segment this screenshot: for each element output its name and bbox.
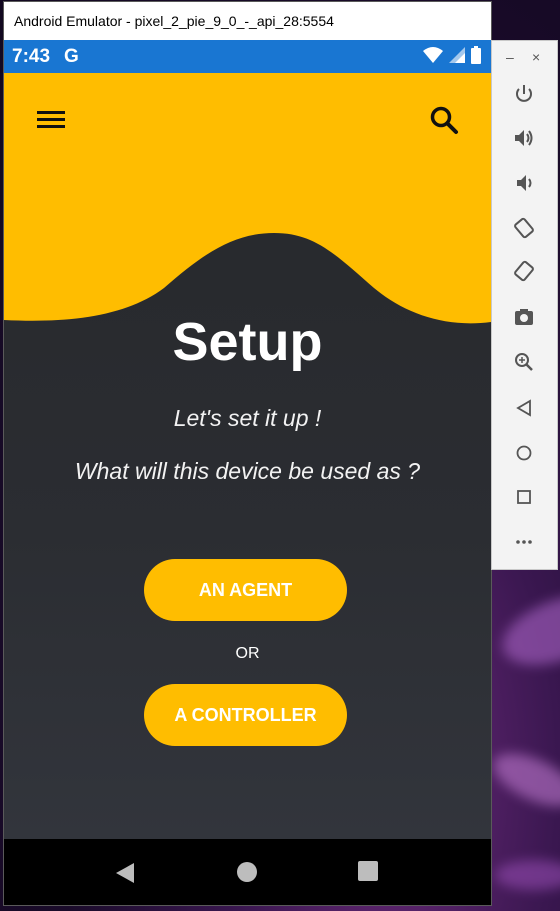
minimize-button[interactable]: – <box>506 49 514 65</box>
rotate-right-icon <box>514 260 534 282</box>
volume-up-icon <box>515 130 533 146</box>
toolbar-window-controls: – × <box>492 41 557 75</box>
status-bar: 7:43 G <box>4 40 491 73</box>
phone-screen: 7:43 G Setup Let's set it up ! What will… <box>4 40 491 905</box>
search-button[interactable] <box>427 103 461 137</box>
window-title: Android Emulator - pixel_2_pie_9_0_-_api… <box>4 2 491 40</box>
power-icon <box>516 85 532 102</box>
more-button[interactable] <box>511 529 537 555</box>
volume-down-button[interactable] <box>511 170 537 196</box>
subtitle: Let's set it up ! <box>173 405 322 431</box>
status-time: 7:43 <box>12 45 51 67</box>
home-icon <box>516 445 532 461</box>
volume-down-icon <box>517 175 532 191</box>
device-role-question: What will this device be used as ? <box>74 458 421 484</box>
back-icon <box>516 399 531 417</box>
more-icon <box>516 540 532 544</box>
emu-back-button[interactable] <box>511 395 537 421</box>
power-button[interactable] <box>511 81 537 107</box>
emu-home-button[interactable] <box>511 440 537 466</box>
desktop-background-streak <box>495 860 560 890</box>
search-icon <box>430 106 458 134</box>
nav-home-icon[interactable] <box>236 861 258 883</box>
status-icons <box>423 46 481 64</box>
rotate-left-icon <box>514 217 534 239</box>
wifi-icon <box>423 47 443 63</box>
emulator-toolbar: – × <box>492 41 557 569</box>
camera-icon <box>515 309 533 325</box>
signal-icon <box>449 47 465 63</box>
agent-button[interactable]: AN AGENT <box>144 559 347 621</box>
header-wave <box>4 73 491 324</box>
desktop-background-streak <box>493 581 560 679</box>
zoom-icon <box>515 353 533 371</box>
nav-back-icon[interactable] <box>112 861 136 885</box>
google-icon: G <box>64 45 79 67</box>
battery-icon <box>471 46 481 64</box>
emulator-window: Android Emulator - pixel_2_pie_9_0_-_api… <box>4 2 491 905</box>
rotate-left-button[interactable] <box>511 215 537 241</box>
page-title: Setup <box>172 312 323 372</box>
menu-button[interactable] <box>34 107 68 133</box>
volume-up-button[interactable] <box>511 125 537 151</box>
or-label: OR <box>235 645 260 662</box>
emu-overview-button[interactable] <box>511 484 537 510</box>
close-button[interactable]: × <box>532 49 540 65</box>
zoom-button[interactable] <box>511 349 537 375</box>
rotate-right-button[interactable] <box>511 258 537 284</box>
hamburger-menu-icon <box>37 111 65 128</box>
overview-icon <box>517 490 531 504</box>
screenshot-button[interactable] <box>511 304 537 330</box>
controller-button[interactable]: A CONTROLLER <box>144 684 347 746</box>
app-content: Setup Let's set it up ! What will this d… <box>4 73 491 839</box>
navigation-bar <box>4 839 491 905</box>
desktop-background-streak <box>485 742 560 818</box>
nav-overview-icon[interactable] <box>358 861 378 881</box>
